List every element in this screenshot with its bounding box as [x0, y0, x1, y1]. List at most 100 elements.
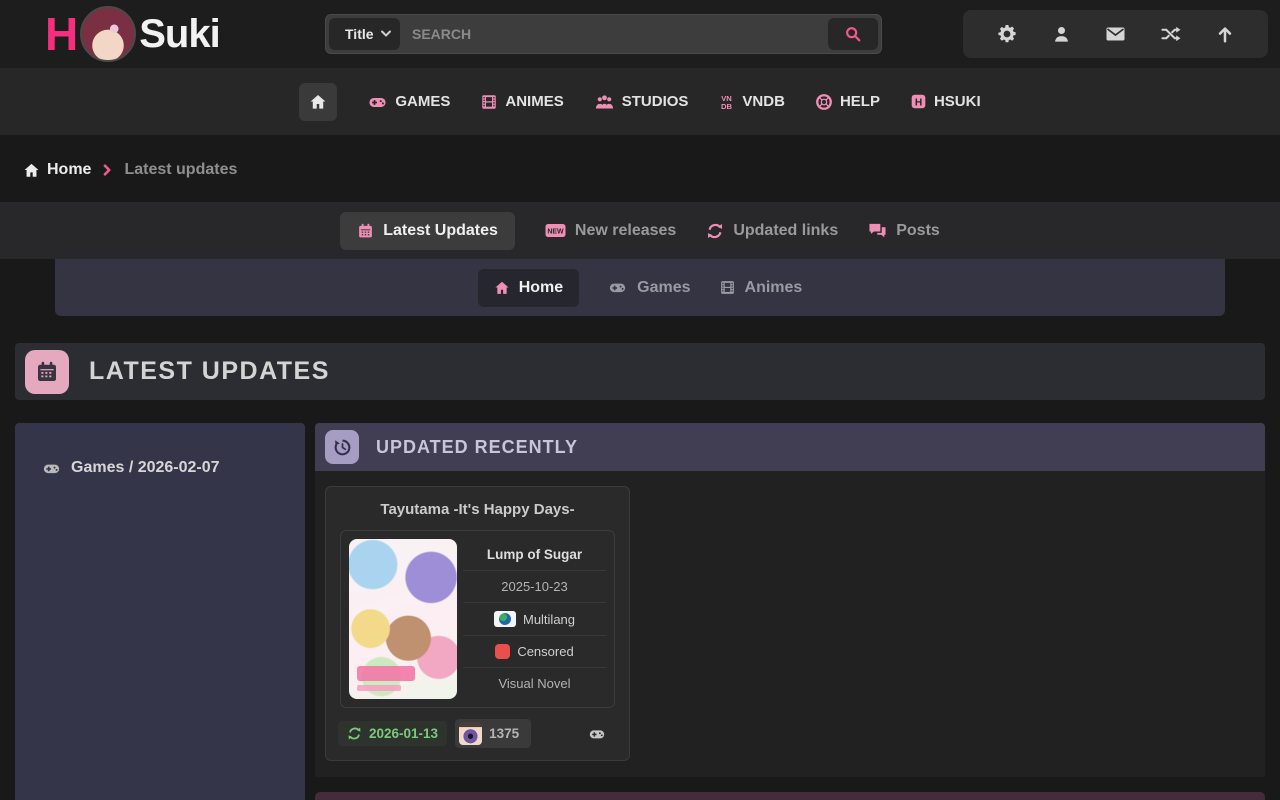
content-area: Games / 2026-02-07 UPDATED RECENTLY Tayu… [15, 423, 1265, 800]
tab-updated-links[interactable]: Updated links [706, 222, 838, 240]
gamepad-icon [607, 279, 628, 296]
section-title: LATEST UPDATES [89, 357, 330, 386]
chevron-right-icon [103, 164, 112, 176]
breadcrumb-current: Latest updates [124, 161, 237, 179]
globe-flag-icon [494, 611, 516, 627]
top-bar: H Suki Title [0, 0, 1280, 68]
user-icon[interactable] [1052, 25, 1071, 44]
main-navigation: GAMES ANIMES STUDIOS VNDB VNDB HELP H HS… [0, 68, 1280, 135]
panel-title: UPDATED RECENTLY [376, 437, 578, 458]
game-censorship: Censored [517, 644, 573, 659]
tab-posts[interactable]: Posts [868, 222, 940, 240]
breadcrumb-home-link[interactable]: Home [23, 161, 91, 179]
logo-text-h: H [45, 7, 77, 61]
subtab-label: Games [637, 279, 690, 297]
game-language-row: Multilang [463, 603, 606, 635]
arrow-up-icon[interactable] [1216, 24, 1234, 44]
game-info-list: Lump of Sugar 2025-10-23 Multilang Censo… [463, 539, 606, 699]
nav-item-label: GAMES [395, 93, 450, 110]
refresh-icon [347, 726, 362, 741]
subtab-games[interactable]: Games [607, 279, 690, 297]
nav-item-label: HSUKI [934, 93, 981, 110]
nav-item-label: ANIMES [505, 93, 563, 110]
cards-area: Tayutama -It's Happy Days- Lump of Sugar… [315, 471, 1265, 777]
game-censorship-row: Censored [463, 636, 606, 668]
sidebar-panel: Games / 2026-02-07 [15, 423, 305, 800]
site-logo[interactable]: H Suki [45, 0, 220, 68]
censored-flag-icon [495, 644, 510, 659]
search-category-select[interactable]: Title [329, 18, 400, 50]
subtabs-bar: Home Games Animes [55, 259, 1225, 316]
cover-subtitle-art [357, 685, 401, 691]
tabs-bar: Latest Updates NEW New releases Updated … [0, 202, 1280, 259]
tab-new-releases[interactable]: NEW New releases [545, 222, 676, 240]
gamepad-icon [587, 726, 607, 742]
subtab-animes[interactable]: Animes [719, 279, 803, 297]
tab-label: New releases [575, 222, 676, 240]
search-category-wrap: Title [329, 18, 400, 50]
comments-icon [868, 222, 887, 239]
game-card[interactable]: Tayutama -It's Happy Days- Lump of Sugar… [325, 486, 630, 761]
home-icon [309, 93, 327, 111]
game-release-date: 2025-10-23 [463, 571, 606, 603]
panel-gap [315, 777, 1265, 792]
breadcrumb-home-label: Home [47, 161, 91, 179]
search-input[interactable] [400, 18, 828, 50]
panel-header-updated-recently: UPDATED RECENTLY [315, 423, 1265, 471]
globe-orb [499, 613, 511, 625]
nav-item-animes[interactable]: ANIMES [480, 93, 563, 111]
nav-home-button[interactable] [299, 83, 337, 121]
game-card-footer: 2026-01-13 1375 [338, 719, 617, 748]
new-badge-icon: NEW [545, 222, 566, 239]
film-icon [480, 93, 498, 111]
game-card-body: Lump of Sugar 2025-10-23 Multilang Censo… [340, 530, 615, 708]
game-language: Multilang [523, 612, 575, 627]
section-header-latest-updates: LATEST UPDATES [15, 343, 1265, 400]
vndb-icon: VNDB [718, 93, 735, 111]
logo-avatar-image [80, 6, 136, 62]
game-studio[interactable]: Lump of Sugar [463, 539, 606, 571]
gamepad-icon [41, 460, 62, 477]
main-panel: UPDATED RECENTLY Tayutama -It's Happy Da… [315, 423, 1265, 800]
nav-item-hsuki[interactable]: H HSUKI [910, 93, 981, 110]
tab-latest-updates[interactable]: Latest Updates [340, 212, 515, 250]
updated-date-badge: 2026-01-13 [338, 721, 447, 746]
cover-logo-art [357, 666, 415, 681]
nav-item-games[interactable]: GAMES [367, 93, 450, 111]
views-badge: 1375 [455, 719, 531, 748]
nav-item-label: STUDIOS [622, 93, 689, 110]
eye-thumbnail-icon [459, 722, 482, 745]
svg-text:NEW: NEW [547, 229, 564, 236]
subtab-home[interactable]: Home [478, 269, 579, 307]
shuffle-icon[interactable] [1160, 25, 1181, 43]
breadcrumb: Home Latest updates [23, 155, 1280, 185]
topbar-icon-group [963, 10, 1268, 58]
tab-label: Latest Updates [383, 222, 498, 240]
envelope-icon[interactable] [1105, 25, 1126, 43]
search-icon [844, 25, 862, 43]
views-count: 1375 [489, 726, 519, 741]
nav-item-help[interactable]: HELP [815, 93, 880, 111]
gear-icon[interactable] [997, 24, 1017, 44]
gamepad-icon [367, 93, 388, 111]
calendar-icon [35, 360, 59, 384]
hsuki-square-icon: H [910, 93, 927, 110]
home-icon [23, 162, 40, 179]
game-title[interactable]: Tayutama -It's Happy Days- [326, 487, 629, 528]
game-type: Visual Novel [463, 668, 606, 699]
tab-label: Updated links [733, 222, 838, 240]
calendar-icon-box [25, 350, 69, 394]
life-ring-icon [815, 93, 833, 111]
sidebar-label-text: Games / 2026-02-07 [71, 459, 220, 477]
logo-text-suki: Suki [139, 12, 219, 57]
subtab-label: Home [519, 279, 563, 297]
nav-item-vndb[interactable]: VNDB VNDB [718, 93, 785, 111]
search-button[interactable] [828, 18, 878, 50]
history-icon [333, 438, 352, 457]
svg-text:DB: DB [721, 102, 733, 111]
game-cover-image[interactable] [349, 539, 457, 699]
subtab-label: Animes [745, 279, 803, 297]
nav-item-studios[interactable]: STUDIOS [594, 93, 689, 111]
film-icon [719, 279, 736, 296]
nav-item-label: VNDB [742, 93, 785, 110]
